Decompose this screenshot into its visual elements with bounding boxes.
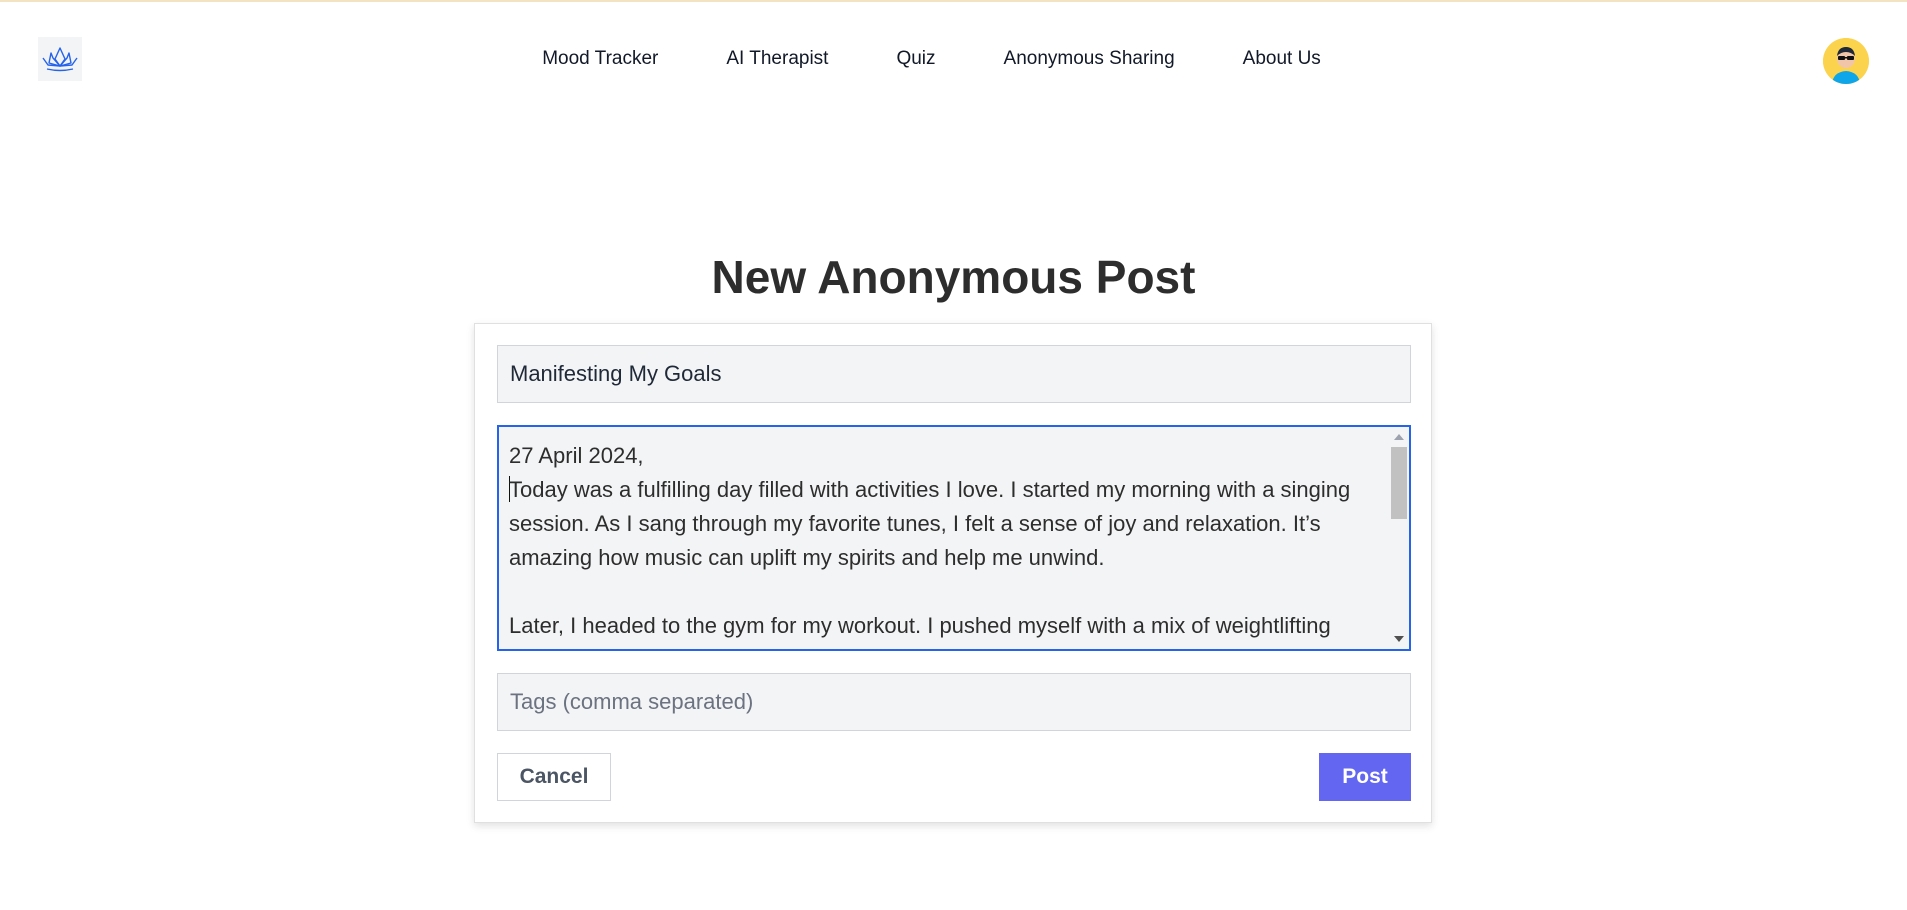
post-button[interactable]: Post [1319, 753, 1411, 801]
nav-quiz[interactable]: Quiz [862, 46, 969, 72]
textarea-scrollbar[interactable] [1389, 427, 1409, 649]
page-title: New Anonymous Post [711, 251, 1196, 303]
post-body-date: 27 April 2024, [509, 443, 644, 468]
scroll-up-arrow-icon[interactable] [1394, 434, 1404, 440]
main-nav: Mood Tracker AI Therapist Quiz Anonymous… [0, 46, 1907, 72]
nav-mood-tracker[interactable]: Mood Tracker [508, 46, 692, 72]
nav-ai-therapist[interactable]: AI Therapist [692, 46, 862, 72]
scrollbar-thumb[interactable] [1391, 447, 1407, 519]
post-title-input[interactable] [497, 345, 1411, 403]
post-body-content: Today was a fulfilling day filled with a… [509, 477, 1351, 638]
cancel-button[interactable]: Cancel [497, 753, 611, 801]
nav-about-us[interactable]: About Us [1209, 46, 1355, 72]
site-header: Mood Tracker AI Therapist Quiz Anonymous… [0, 2, 1907, 112]
nav-anonymous-sharing[interactable]: Anonymous Sharing [970, 46, 1209, 72]
tags-input[interactable] [497, 673, 1411, 731]
scroll-down-arrow-icon[interactable] [1394, 636, 1404, 642]
post-body-text: 27 April 2024, Today was a fulfilling da… [509, 439, 1377, 643]
post-body-textarea[interactable]: 27 April 2024, Today was a fulfilling da… [497, 425, 1411, 651]
new-post-form: 27 April 2024, Today was a fulfilling da… [474, 323, 1432, 823]
user-avatar-icon[interactable] [1823, 38, 1869, 84]
